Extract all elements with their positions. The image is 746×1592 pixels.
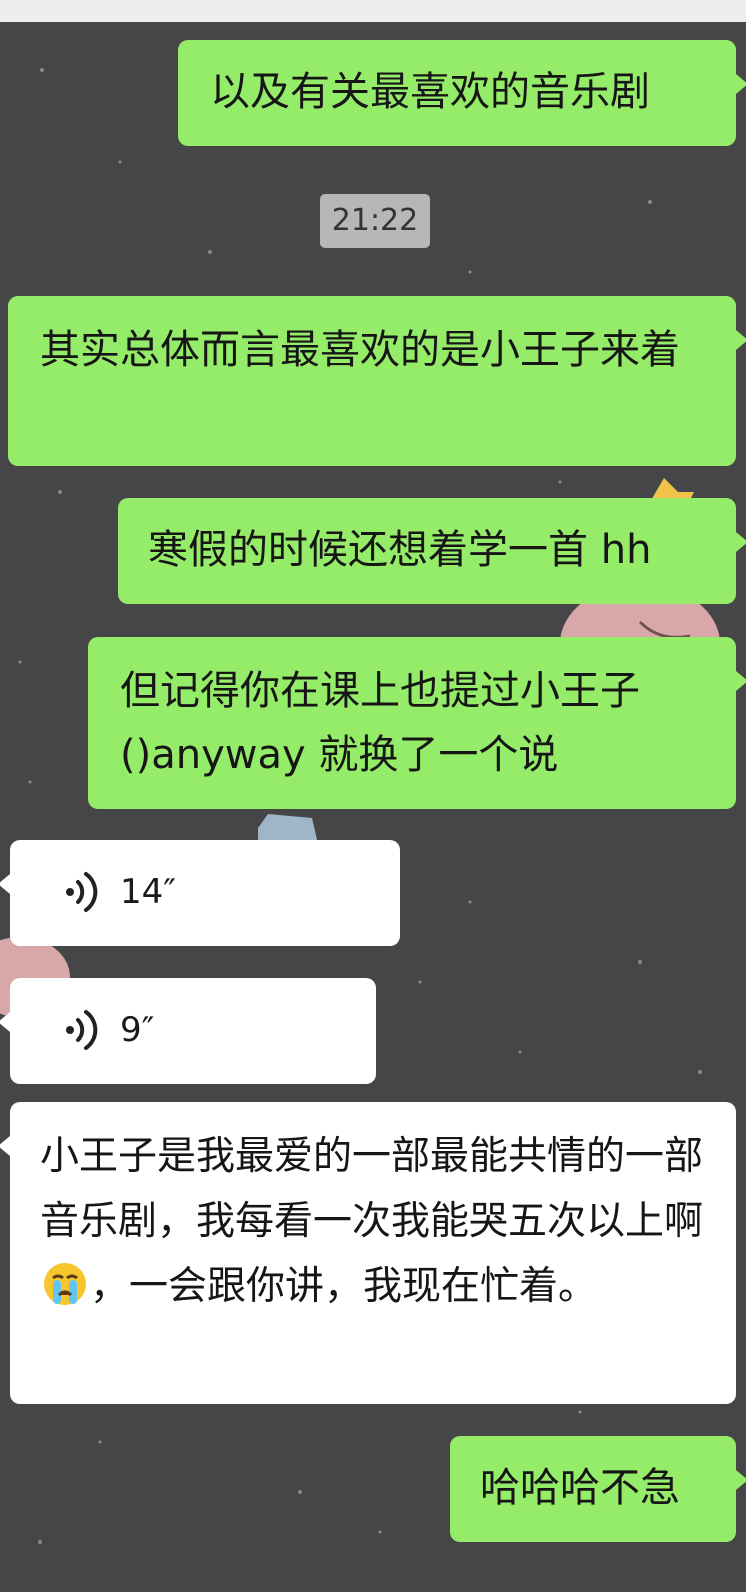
crying-face-emoji xyxy=(44,1263,86,1305)
message-text: 以及有关最喜欢的音乐剧 xyxy=(210,69,650,115)
received-message-bubble[interactable]: 小王子是我最爱的一部最能共情的一部音乐剧，我每看一次我能哭五次以上啊 ，一会跟你… xyxy=(0,1102,736,1404)
sent-message-bubble[interactable]: 但记得你在课上也提过小王子 ()anyway 就换了一个说 xyxy=(88,637,746,809)
message-text: 其实总体而言最喜欢的是小王子来着 xyxy=(40,327,680,373)
message-text: 寒假的时候还想着学一首 hh xyxy=(148,527,652,573)
message-text: 小王子是我最爱的一部最能共情的一部音乐剧，我每看一次我能哭五次以上啊 xyxy=(40,1134,704,1244)
sent-message-bubble[interactable]: 其实总体而言最喜欢的是小王子来着 xyxy=(8,296,746,466)
voice-message-bubble[interactable]: 14″ xyxy=(0,840,400,946)
voice-duration: 14″ xyxy=(120,872,176,912)
message-text: ，一会跟你讲，我现在忙着。 xyxy=(90,1264,598,1309)
voice-duration: 9″ xyxy=(120,1010,155,1050)
voice-message-bubble[interactable]: 9″ xyxy=(0,978,376,1084)
message-text-line: 但记得你在课上也提过小王子 xyxy=(120,668,640,714)
sent-message-bubble[interactable]: 寒假的时候还想着学一首 hh xyxy=(118,498,746,604)
chat-timestamp: 21:22 xyxy=(320,194,430,248)
top-status-strip xyxy=(0,0,746,22)
message-text: 哈哈哈不急 xyxy=(480,1465,680,1511)
sent-message-bubble[interactable]: 哈哈哈不急 xyxy=(450,1436,746,1542)
voice-wave-icon xyxy=(66,872,98,912)
voice-wave-icon xyxy=(66,1010,98,1050)
sent-message-bubble[interactable]: 以及有关最喜欢的音乐剧 xyxy=(178,40,746,146)
message-text-line: ()anyway 就换了一个说 xyxy=(120,732,559,778)
chat-message-area[interactable]: 以及有关最喜欢的音乐剧 21:22 其实总体而言最喜欢的是小王子来着 寒假的时候… xyxy=(0,22,746,1592)
